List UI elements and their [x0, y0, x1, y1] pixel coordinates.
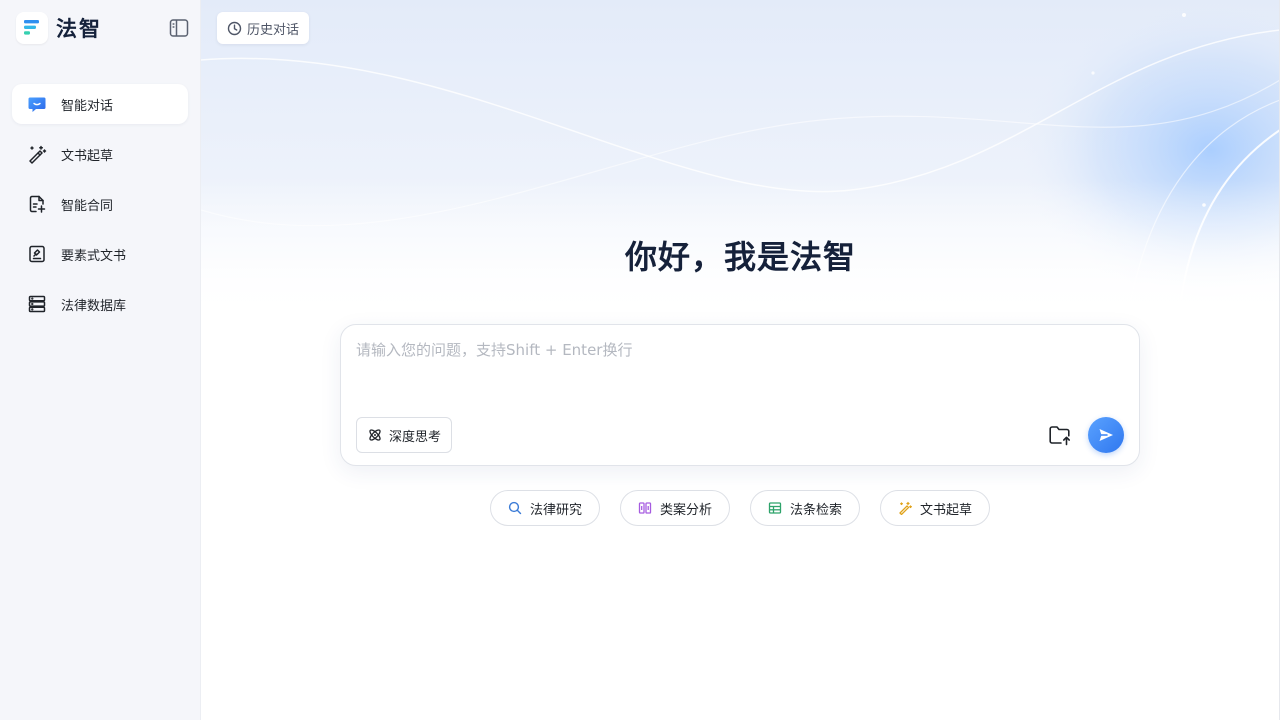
sidebar-item-label: 文书起草: [61, 148, 114, 164]
sidebar-item-label: 智能对话: [61, 98, 114, 114]
history-button[interactable]: 历史对话: [217, 12, 310, 44]
contract-icon: [26, 193, 48, 215]
brand[interactable]: 法智: [16, 12, 102, 44]
search-icon: [508, 501, 522, 515]
magic-pen-icon: [898, 501, 912, 515]
magic-pen-icon: [26, 143, 48, 165]
chip-case-analysis[interactable]: 类案分析: [620, 490, 730, 526]
database-icon: [26, 293, 48, 315]
chip-label: 法律研究: [529, 502, 582, 518]
send-button[interactable]: [1088, 417, 1124, 453]
deep-thinking-button[interactable]: 深度思考: [356, 417, 453, 453]
chat-bubble-icon: [26, 93, 48, 115]
sidebar-collapse-icon[interactable]: [168, 17, 190, 39]
history-button-label: 历史对话: [247, 22, 300, 38]
main-area: 历史对话 你好，我是法智 深度思考: [201, 0, 1280, 720]
sidebar: 法智 智能对话 文书起草 智能合同 要素式文书 法律数据库: [0, 0, 201, 720]
quick-actions: 法律研究 类案分析 法条检索 文书起草: [490, 490, 1010, 526]
chip-label: 法条检索: [789, 502, 842, 518]
deep-thinking-label: 深度思考: [389, 429, 442, 445]
sidebar-item-label: 智能合同: [61, 198, 114, 214]
sidebar-item-legal-database[interactable]: 法律数据库: [12, 284, 188, 324]
sidebar-item-smart-chat[interactable]: 智能对话: [12, 84, 188, 124]
element-doc-icon: [26, 243, 48, 265]
chip-document-drafting[interactable]: 文书起草: [880, 490, 990, 526]
atom-icon: [367, 427, 383, 443]
chat-input[interactable]: [356, 339, 1126, 399]
greeting-title: 你好，我是法智: [624, 238, 856, 276]
sidebar-nav: 智能对话 文书起草 智能合同 要素式文书 法律数据库: [12, 84, 188, 334]
brand-name: 法智: [56, 17, 102, 41]
send-icon: [1099, 429, 1113, 441]
chat-composer: 深度思考: [340, 324, 1140, 466]
chip-legal-research[interactable]: 法律研究: [490, 490, 600, 526]
upload-file-icon[interactable]: [1047, 422, 1073, 448]
chip-statute-search[interactable]: 法条检索: [750, 490, 860, 526]
sidebar-item-label: 法律数据库: [61, 298, 127, 314]
brand-logo-icon: [16, 12, 48, 44]
chip-label: 类案分析: [659, 502, 712, 518]
chip-label: 文书起草: [919, 502, 972, 518]
sidebar-item-element-document[interactable]: 要素式文书: [12, 234, 188, 274]
table-icon: [768, 501, 782, 515]
sidebar-item-label: 要素式文书: [61, 248, 127, 264]
book-icon: [638, 501, 652, 515]
sidebar-item-smart-contract[interactable]: 智能合同: [12, 184, 188, 224]
clock-icon: [227, 21, 242, 36]
sidebar-item-document-drafting[interactable]: 文书起草: [12, 134, 188, 174]
